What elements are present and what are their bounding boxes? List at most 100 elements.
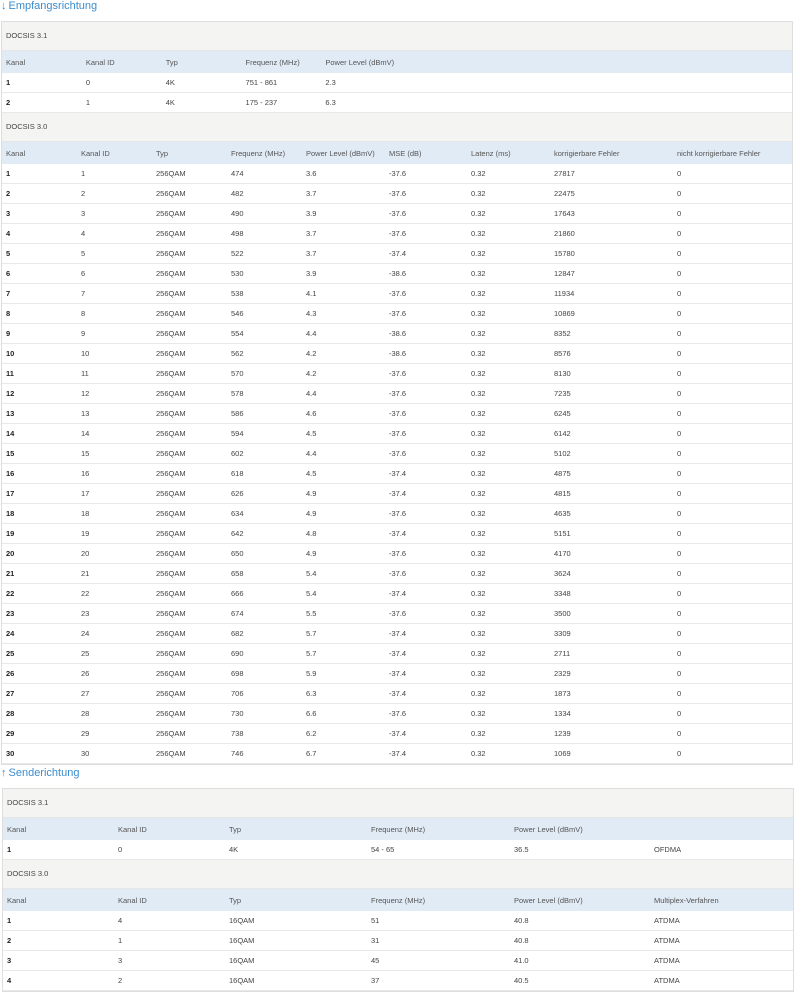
table-row: 24 24 256QAM 682 5.7 -37.4 0.32 3309 0: [2, 623, 792, 644]
table-cell: 15: [77, 443, 152, 464]
table-cell: 0.32: [467, 243, 550, 264]
table-cell: 0: [673, 303, 792, 324]
table-cell: 658: [227, 563, 302, 584]
column-header: [650, 818, 793, 840]
table-cell: 5.9: [302, 663, 385, 684]
table-cell: 0: [673, 523, 792, 544]
table-cell: 21: [77, 563, 152, 584]
table-cell: 554: [227, 323, 302, 344]
table-row: 2 2 256QAM 482 3.7 -37.6 0.32 22475 0: [2, 183, 792, 204]
downstream-title-text: Empfangsrichtung: [8, 0, 98, 12]
column-header: Multiplex-Verfahren: [650, 889, 793, 911]
table-cell: 4170: [550, 543, 673, 564]
table-cell: 578: [227, 383, 302, 404]
table-cell: 54 - 65: [367, 840, 510, 860]
table-row: 18 18 256QAM 634 4.9 -37.6 0.32 4635 0: [2, 503, 792, 524]
table-cell: -37.4: [385, 463, 467, 484]
table-cell: 28: [77, 703, 152, 724]
downstream-title[interactable]: ↓ Empfangsrichtung: [0, 0, 797, 15]
channel-number: 17: [2, 483, 77, 504]
table-cell: 30: [77, 743, 152, 764]
table-row: 4 4 256QAM 498 3.7 -37.6 0.32 21860 0: [2, 223, 792, 244]
table-row: 6 6 256QAM 530 3.9 -38.6 0.32 12847 0: [2, 263, 792, 284]
table-cell: -37.6: [385, 403, 467, 424]
table-cell: 4.3: [302, 303, 385, 324]
table-cell: 11: [77, 363, 152, 384]
table-cell: 482: [227, 183, 302, 204]
table-cell: 256QAM: [152, 743, 227, 764]
table-cell: 3348: [550, 583, 673, 604]
table-cell: 4.2: [302, 343, 385, 364]
channel-number: 1: [2, 73, 82, 93]
table-cell: 0.32: [467, 543, 550, 564]
channel-number: 14: [2, 423, 77, 444]
channel-number: 4: [2, 223, 77, 244]
table-cell: 256QAM: [152, 643, 227, 664]
table-cell: 27817: [550, 164, 673, 184]
table-cell: 40.8: [510, 930, 650, 951]
arrow-down-icon: ↓: [1, 0, 7, 12]
table-cell: 7235: [550, 383, 673, 404]
table-cell: 0.32: [467, 503, 550, 524]
table-cell: 1069: [550, 743, 673, 764]
table-cell: 256QAM: [152, 283, 227, 304]
table-cell: 0: [673, 363, 792, 384]
table-header-row: Kanal Kanal ID Typ Frequenz (MHz) Power Leve…: [3, 889, 793, 911]
table-row: 28 28 256QAM 730 6.6 -37.6 0.32 1334 0: [2, 703, 792, 724]
table-row: 17 17 256QAM 626 4.9 -37.4 0.32 4815 0: [2, 483, 792, 504]
column-header: Kanal ID: [81, 51, 162, 73]
table-cell: 730: [227, 703, 302, 724]
table-cell: 256QAM: [152, 223, 227, 244]
table-cell: 6: [77, 263, 152, 284]
upstream-title[interactable]: ↑ Senderichtung: [0, 767, 797, 782]
table-cell: -37.4: [385, 523, 467, 544]
table-cell: 4.4: [302, 443, 385, 464]
channel-number: 16: [2, 463, 77, 484]
table-row: 1 1 256QAM 474 3.6 -37.6 0.32 27817 0: [2, 164, 792, 184]
table-cell: 4.6: [302, 403, 385, 424]
table-cell: 0: [673, 443, 792, 464]
table-cell: 8: [77, 303, 152, 324]
channel-number: 25: [2, 643, 77, 664]
table-cell: 0.32: [467, 263, 550, 284]
channel-number: 1: [2, 164, 77, 184]
table-cell: 3.7: [302, 183, 385, 204]
channel-number: 26: [2, 663, 77, 684]
table-cell: 256QAM: [152, 263, 227, 284]
channel-number: 2: [3, 930, 114, 951]
column-header: Power Level (dBmV): [321, 51, 792, 73]
table-cell: 0.32: [467, 703, 550, 724]
column-header: nicht korrigierbare Fehler: [673, 142, 792, 164]
table-row: 25 25 256QAM 690 5.7 -37.4 0.32 2711 0: [2, 643, 792, 664]
table-cell: 256QAM: [152, 403, 227, 424]
table-cell: 256QAM: [152, 383, 227, 404]
table-row: 3 3 16QAM 45 41.0 ATDMA: [3, 950, 793, 971]
column-header: Kanal: [2, 142, 77, 164]
channel-number: 23: [2, 603, 77, 624]
column-header: Kanal: [2, 51, 82, 73]
table-cell: 5.7: [302, 623, 385, 644]
table-cell: 0: [673, 543, 792, 564]
table-cell: 0: [673, 743, 792, 764]
table-row: 1 0 4K 54 - 65 36.5 OFDMA: [3, 840, 793, 860]
table-cell: 21860: [550, 223, 673, 244]
table-cell: 4: [77, 223, 152, 244]
table-cell: -37.6: [385, 203, 467, 224]
table-cell: 256QAM: [152, 303, 227, 324]
table-cell: 586: [227, 403, 302, 424]
channel-number: 4: [3, 970, 114, 991]
table-cell: 2: [77, 183, 152, 204]
table-cell: 8130: [550, 363, 673, 384]
table-cell: 4.9: [302, 543, 385, 564]
table-cell: 256QAM: [152, 523, 227, 544]
table-cell: 4635: [550, 503, 673, 524]
table-cell: -38.6: [385, 343, 467, 364]
table-cell: 498: [227, 223, 302, 244]
table-cell: 522: [227, 243, 302, 264]
table-cell: -37.4: [385, 643, 467, 664]
table-cell: 474: [227, 164, 302, 184]
table-cell: 5151: [550, 523, 673, 544]
table-cell: -37.4: [385, 243, 467, 264]
channel-number: 15: [2, 443, 77, 464]
table-cell: 4.9: [302, 503, 385, 524]
